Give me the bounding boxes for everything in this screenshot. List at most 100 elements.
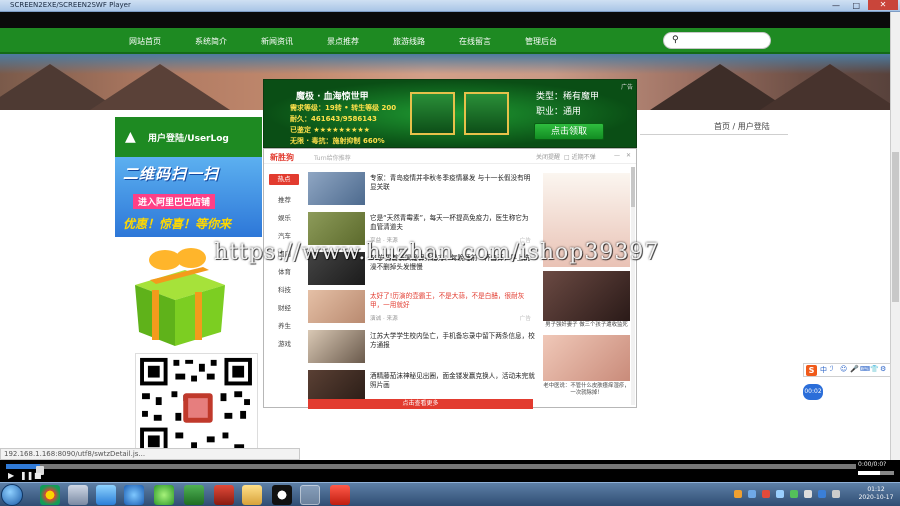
ime-skin-icon[interactable]: 👕	[870, 365, 879, 373]
chrome-icon[interactable]	[40, 485, 60, 505]
play-icon[interactable]: ▶	[8, 471, 14, 480]
nav-item-scenic[interactable]: 景点推荐	[327, 36, 359, 47]
warning-triangle-icon: ▲	[125, 129, 136, 145]
category-tab[interactable]: 汽车	[278, 230, 291, 240]
side-news[interactable]: 老中医说：不管什么皮肤瘙痒湿疹，一次就除掉！	[543, 335, 630, 401]
side-news-caption[interactable]: 老中医说：不管什么皮肤瘙痒湿疹，一次就除掉！	[543, 383, 630, 397]
category-tab[interactable]: 科技	[278, 284, 291, 294]
banner-mountain	[90, 64, 230, 110]
popup-header: 新胜狗 Turn给你推荐 关闭提醒 □ 近期不弹 — ✕	[264, 149, 636, 164]
news-meta: 演诚 · 来源	[370, 316, 398, 322]
ad-tag: 广告	[519, 316, 531, 322]
search-input[interactable]: ⚲	[663, 32, 771, 49]
popup-scrollbar[interactable]	[631, 167, 635, 405]
pause-icon[interactable]: ❚❚	[20, 471, 33, 480]
system-tray	[730, 487, 855, 503]
news-headline[interactable]: 它是“天然青霉素”，每天一杯提高免疫力，医生称它为血管清道夫	[370, 214, 535, 232]
close-button[interactable]: ✕	[868, 0, 898, 10]
game-ad-title: 魔极 · 血海惊世甲	[296, 92, 369, 102]
nav-item-home[interactable]: 网站首页	[129, 36, 161, 47]
clock-date: 2020-10-17	[858, 494, 894, 501]
see-more-button[interactable]: 点击查看更多	[308, 399, 533, 409]
stop-icon[interactable]: ■	[34, 471, 42, 480]
green-app-icon[interactable]	[154, 485, 174, 505]
game-ad-job: 职业：通用	[536, 107, 582, 117]
nav-item-news[interactable]: 新闻资讯	[261, 36, 293, 47]
flash-icon[interactable]	[214, 485, 234, 505]
tray-icon[interactable]	[734, 490, 742, 498]
tray-icon[interactable]	[748, 490, 756, 498]
side-news-caption[interactable]: 男子强奸妻子 做三个孩子遭收监死	[543, 322, 630, 329]
nav-item-message[interactable]: 在线留言	[459, 36, 491, 47]
folder-icon[interactable]	[242, 485, 262, 505]
news-headline[interactable]: 江苏大学学生校内坠亡，手机备忘录中留下两条信息，校方通报	[370, 332, 535, 350]
scrollbar-thumb[interactable]	[892, 152, 899, 302]
breadcrumb-home[interactable]: 首页	[714, 122, 730, 131]
window-titlebar: SCREEN2EXE/SCREEN2SWF Player — □ ✕	[0, 0, 900, 12]
sogou-logo-icon[interactable]: S	[806, 365, 817, 376]
category-tab[interactable]: 热点	[269, 174, 299, 185]
news-headline[interactable]: 酒精藤茄沫神秘见出圈，面金镂发赢克换人，活动未完就照片画	[370, 372, 535, 390]
timer-bubble[interactable]: 00:02	[803, 384, 823, 400]
game-ad-banner[interactable]: 广告 魔极 · 血海惊世甲 需求等级：19转 • 转生等级 200 耐久：461…	[263, 79, 637, 148]
banner-mountain	[760, 64, 900, 110]
seek-bar[interactable]	[6, 464, 856, 475]
ime-keyboard-icon[interactable]: ⌨	[860, 365, 870, 373]
no-popup-checkbox[interactable]: □ 近期不弹	[564, 152, 596, 161]
taskbar-clock[interactable]: 01:12 2020-10-17	[858, 486, 894, 502]
category-tab[interactable]: 养生	[278, 320, 291, 330]
ie-icon[interactable]	[124, 485, 144, 505]
category-tab[interactable]: 体育	[278, 266, 291, 276]
category-tab[interactable]: 游戏	[278, 338, 291, 348]
category-tab[interactable]: 推荐	[278, 194, 291, 204]
tray-icon[interactable]	[804, 490, 812, 498]
news-headline[interactable]: 专家：青岛疫情并非秋冬季疫情暴发 与十一长假没有明显关联	[370, 174, 535, 192]
news-headline[interactable]: 太好了!历演的壶霸王，不是大蒜，不是白醋，很耐灰甲，一用就好	[370, 292, 535, 310]
game-ad-type: 类型：稀有魔甲	[536, 92, 600, 102]
game-ad-line3: 已鉴定 ★★★★★★★★★	[290, 126, 370, 134]
content-divider	[640, 134, 788, 135]
claim-button[interactable]: 点击领取	[534, 123, 604, 140]
nav-item-routes[interactable]: 旅游线路	[393, 36, 425, 47]
volume-slider[interactable]	[858, 471, 894, 475]
ime-lang-icon[interactable]: 中	[820, 365, 827, 375]
player-controls: 0:00/0:0? ▶ ❚❚ ■	[0, 460, 900, 482]
volume-tray-icon[interactable]	[832, 490, 840, 498]
qr-promo-banner: 二维码扫一扫 进入阿里巴巴店铺 优惠！惊喜！等你来	[115, 157, 262, 237]
player-icon[interactable]	[300, 485, 320, 505]
excel-icon[interactable]	[184, 485, 204, 505]
login-panel-header: ▲ 用户登陆/UserLog	[115, 117, 262, 157]
tray-icon[interactable]	[762, 490, 770, 498]
tray-icon[interactable]	[790, 490, 798, 498]
start-button[interactable]	[1, 484, 23, 506]
ff-icon[interactable]	[330, 485, 350, 505]
ime-punct-icon[interactable]: ℐ	[830, 365, 833, 373]
ime-voice-icon[interactable]: 🎤	[850, 365, 859, 373]
news-item[interactable]: 酒精藤茄沫神秘见出圈，面金镂发赢克换人，活动未完就照片画	[308, 370, 535, 422]
search-icon[interactable]: ⚲	[672, 35, 679, 45]
news-thumbnail	[308, 330, 365, 363]
ime-settings-icon[interactable]: ⚙	[880, 365, 886, 373]
minimize-button[interactable]: —	[832, 1, 840, 10]
nav-item-admin[interactable]: 管理后台	[525, 36, 557, 47]
side-news[interactable]: 男子强奸妻子 做三个孩子遭收监死	[543, 271, 630, 329]
ime-toolbar[interactable]: S 中 ℐ ☺ 🎤 ⌨ 👕 ⚙	[803, 363, 891, 377]
nav-item-intro[interactable]: 系统简介	[195, 36, 227, 47]
media-icon[interactable]	[68, 485, 88, 505]
page-scrollbar[interactable]	[890, 12, 900, 460]
seek-progress	[6, 464, 40, 469]
maximize-button[interactable]: □	[852, 1, 860, 10]
popup-minimize-icon[interactable]: —	[614, 152, 620, 159]
armor-item-icon	[464, 92, 509, 135]
popup-close-icon[interactable]: ✕	[626, 152, 631, 159]
qq-icon[interactable]	[272, 485, 292, 505]
tray-icon[interactable]	[776, 490, 784, 498]
category-tab[interactable]: 财经	[278, 302, 291, 312]
ime-emoji-icon[interactable]: ☺	[840, 365, 847, 373]
category-tab[interactable]: 娱乐	[278, 212, 291, 222]
tray-icon[interactable]	[818, 490, 826, 498]
side-news-image	[543, 271, 630, 321]
popup-scrollbar-thumb[interactable]	[631, 167, 635, 207]
close-reminder-link[interactable]: 关闭提醒	[536, 152, 560, 161]
baidu-icon[interactable]	[96, 485, 116, 505]
